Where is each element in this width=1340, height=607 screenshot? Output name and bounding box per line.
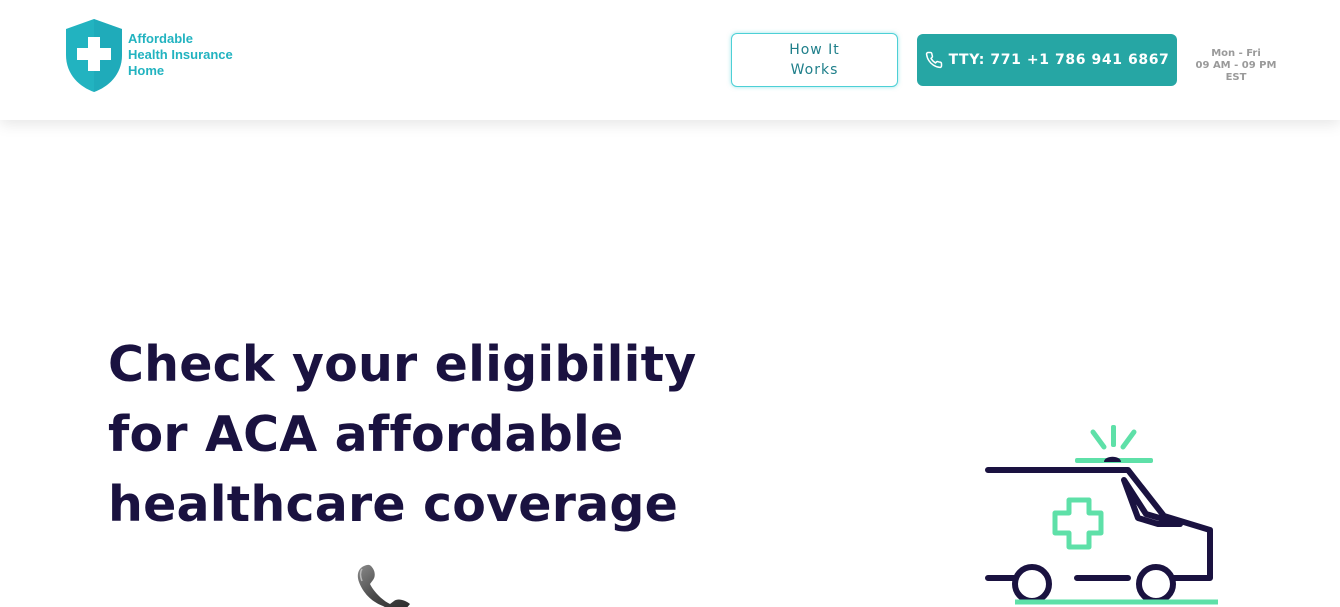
site-logo[interactable]: Affordable Health Insurance Home <box>62 17 268 93</box>
tty-label: TTY: 771 +1 786 941 6867 <box>948 52 1170 68</box>
tty-call-button[interactable]: TTY: 771 +1 786 941 6867 <box>917 34 1177 86</box>
logo-line-1: Affordable <box>128 31 193 46</box>
page: Affordable Health Insurance Home How It … <box>0 0 1340 607</box>
logo-line-3: Home <box>128 63 165 78</box>
phone-icon <box>925 51 942 69</box>
hero-title: Check your eligibility for ACA affordabl… <box>108 330 697 540</box>
hours-days: Mon - Fri <box>1211 48 1261 59</box>
business-hours: Mon - Fri 09 AM - 09 PM EST <box>1186 48 1286 84</box>
hero-title-line-1: Check your eligibility <box>108 336 697 393</box>
hero-title-line-2: for ACA affordable <box>108 406 624 463</box>
telephone-handset-icon <box>357 564 410 607</box>
hours-time: 09 AM - 09 PM EST <box>1195 60 1277 83</box>
logo-line-2: Health Insurance <box>128 47 233 62</box>
site-header: Affordable Health Insurance Home How It … <box>0 0 1340 120</box>
how-it-works-button[interactable]: How It Works <box>731 33 898 87</box>
shield-cross-icon <box>66 19 122 92</box>
logo-text: Affordable Health Insurance Home <box>128 31 268 79</box>
hero-title-line-3: healthcare coverage <box>108 476 679 533</box>
ambulance-icon <box>985 425 1218 605</box>
how-it-works-label: How It Works <box>789 42 840 78</box>
